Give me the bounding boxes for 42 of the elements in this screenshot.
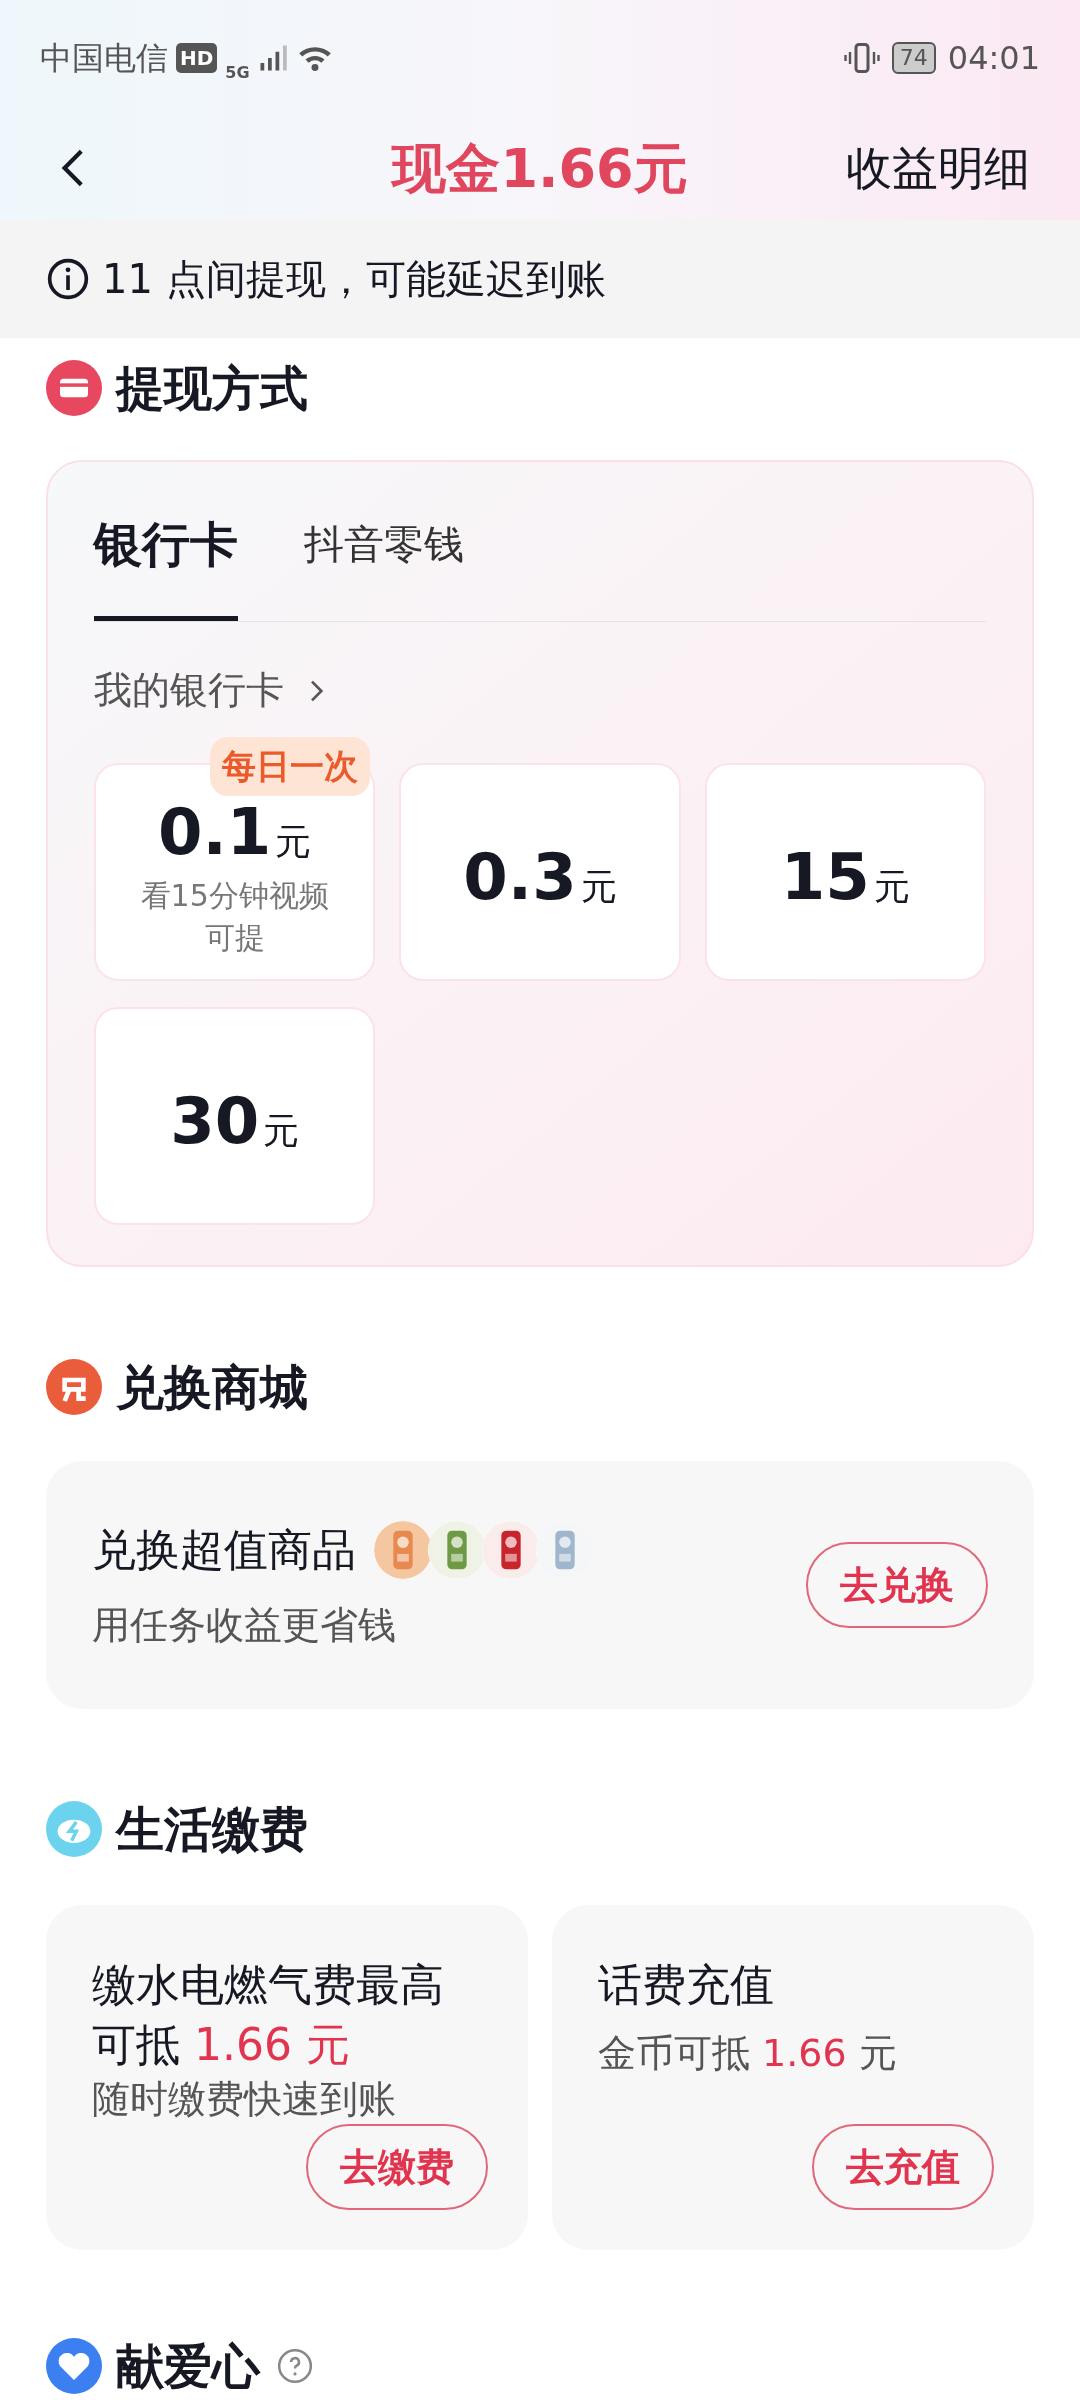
hd-badge: HD — [176, 43, 218, 73]
amount-unit: 元 — [275, 819, 312, 864]
exchange-subtitle: 用任务收益更省钱 — [92, 1601, 397, 1649]
amount-value: 15 — [780, 844, 870, 909]
tab[interactable]: 抖音零钱 — [304, 508, 464, 621]
action-button[interactable]: 去充值 — [812, 2124, 994, 2210]
clock: 04:01 — [947, 38, 1040, 79]
section-title: 献爱心 — [116, 2337, 260, 2396]
amount-unit: 元 — [580, 864, 617, 909]
cloud-bolt-icon — [46, 1801, 102, 1857]
my-bank-card-link[interactable]: 我的银行卡 — [94, 662, 332, 719]
section-title: 兑换商城 — [116, 1358, 308, 1417]
card-icon — [46, 360, 102, 416]
exchange-title: 兑换超值商品 — [92, 1522, 356, 1577]
amount-option[interactable]: 30 元 — [94, 1007, 376, 1225]
help-icon[interactable] — [276, 2347, 314, 2385]
amount-option[interactable]: 15 元 — [704, 763, 986, 981]
amount-value: 0.1 — [157, 799, 272, 864]
bill-subtitle: 随时缴费快速到账 — [92, 2076, 397, 2123]
carrier-name: 中国电信 — [40, 38, 168, 79]
amount-unit: 元 — [263, 1108, 300, 1153]
battery-indicator: 74 — [891, 42, 936, 74]
action-button[interactable]: 去缴费 — [306, 2124, 488, 2210]
network-label: 5G — [225, 62, 250, 84]
section-title: 提现方式 — [116, 359, 308, 418]
section-title: 生活缴费 — [116, 1800, 308, 1859]
daily-badge: 每日一次 — [210, 737, 370, 796]
amount-value: 0.3 — [463, 844, 577, 909]
amount-unit: 元 — [873, 864, 910, 909]
earnings-details-link[interactable]: 收益明细 — [846, 133, 1030, 203]
tab[interactable]: 银行卡 — [94, 508, 238, 621]
bill-title: 话费充值 — [598, 1958, 775, 2012]
action-button[interactable]: 去兑换 — [806, 1542, 988, 1628]
info-icon — [46, 257, 90, 301]
notice-text: 11 点间提现，可能延迟到账 — [102, 255, 606, 304]
bill-title: 缴水电燃气费最高可抵 1.66 元 — [92, 1958, 445, 2072]
amount-option[interactable]: 0.3 元 — [399, 763, 681, 981]
bill-description: 金币可抵 1.66 元 — [598, 2030, 898, 2077]
amount-note: 看15分钟视频可提 — [139, 876, 330, 957]
amount-value: 30 — [170, 1088, 260, 1153]
vibrate-icon — [843, 40, 880, 76]
page-title: 现金1.66元 — [392, 135, 688, 202]
